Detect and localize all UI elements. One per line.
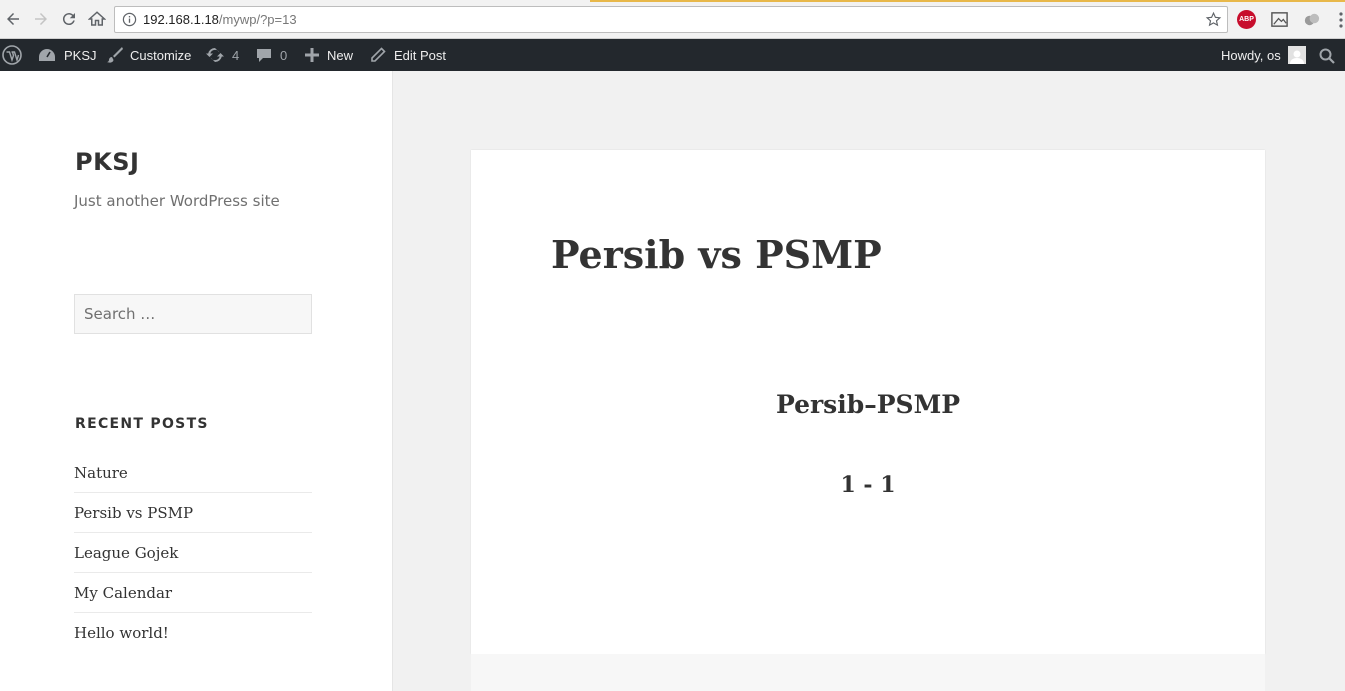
recent-post-link[interactable]: My Calendar [74,584,172,602]
post-article: Persib vs PSMP Persib–PSMP 1 - 1 [471,150,1265,654]
browser-toolbar: 192.168.1.18/mywp/?p=13 ABP [0,0,1345,39]
updates-count: 4 [232,47,240,63]
url-host: 192.168.1.18 [143,12,219,27]
brush-icon [107,47,123,63]
forward-icon[interactable] [31,9,51,29]
edit-post-label: Edit Post [394,47,447,63]
star-icon[interactable] [1205,11,1222,28]
back-icon[interactable] [3,9,23,29]
address-bar[interactable]: 192.168.1.18/mywp/?p=13 [114,6,1228,33]
search-input[interactable] [75,295,311,333]
plus-icon [305,48,319,62]
post-score: 1 - 1 [840,472,896,498]
updates-icon [206,48,224,62]
new-content-menu[interactable]: New [304,39,353,71]
wordpress-logo-icon[interactable] [2,39,22,71]
post-title: Persib vs PSMP [551,232,882,277]
extension-puzzle-icon[interactable] [1302,10,1321,29]
edit-post-link[interactable]: Edit Post [370,39,446,71]
menu-icon[interactable] [1337,11,1345,29]
list-item: Persib vs PSMP [74,493,312,533]
updates-link[interactable]: 4 [205,39,239,71]
list-item: Hello world! [74,613,312,653]
list-item: Nature [74,453,312,493]
customize-label: Customize [130,47,192,63]
dashboard-icon [39,49,55,61]
recent-post-link[interactable]: Nature [74,464,128,482]
comment-icon [257,49,271,62]
recent-post-link[interactable]: League Gojek [74,544,178,562]
recent-post-link[interactable]: Persib vs PSMP [74,504,193,522]
info-icon[interactable] [122,12,137,27]
site-name-menu[interactable]: PKSJ [38,39,97,71]
tab-strip-accent [590,0,1345,2]
list-item: My Calendar [74,573,312,613]
reload-icon[interactable] [59,9,79,29]
customize-link[interactable]: Customize [106,39,191,71]
post-footer [471,654,1265,691]
recent-posts-list: Nature Persib vs PSMP League Gojek My Ca… [74,453,312,653]
comments-link[interactable]: 0 [255,39,287,71]
howdy-label: Howdy, os [1221,47,1281,63]
my-account-menu[interactable]: Howdy, os [1221,39,1306,71]
list-item: League Gojek [74,533,312,573]
wp-admin-bar: PKSJ Customize 4 0 New Edit Post Howdy, … [0,39,1345,71]
home-icon[interactable] [87,9,107,29]
site-title[interactable]: PKSJ [75,148,139,176]
comments-count: 0 [280,47,288,63]
search-icon[interactable] [1318,47,1336,65]
screenshot-extension-icon[interactable] [1270,10,1289,29]
search-form [74,294,312,334]
post-subtitle: Persib–PSMP [775,390,961,419]
avatar [1287,46,1306,64]
sidebar: PKSJ Just another WordPress site RECENT … [0,71,393,691]
new-label: New [327,47,354,63]
adblock-extension-icon[interactable]: ABP [1237,10,1256,29]
url-text[interactable]: 192.168.1.18/mywp/?p=13 [143,12,297,27]
pencil-icon [371,47,386,62]
site-name-label: PKSJ [64,47,97,63]
url-path: /mywp/?p=13 [218,12,297,27]
site-description: Just another WordPress site [74,192,280,210]
recent-post-link[interactable]: Hello world! [74,624,169,642]
recent-posts-heading: RECENT POSTS [75,416,209,432]
